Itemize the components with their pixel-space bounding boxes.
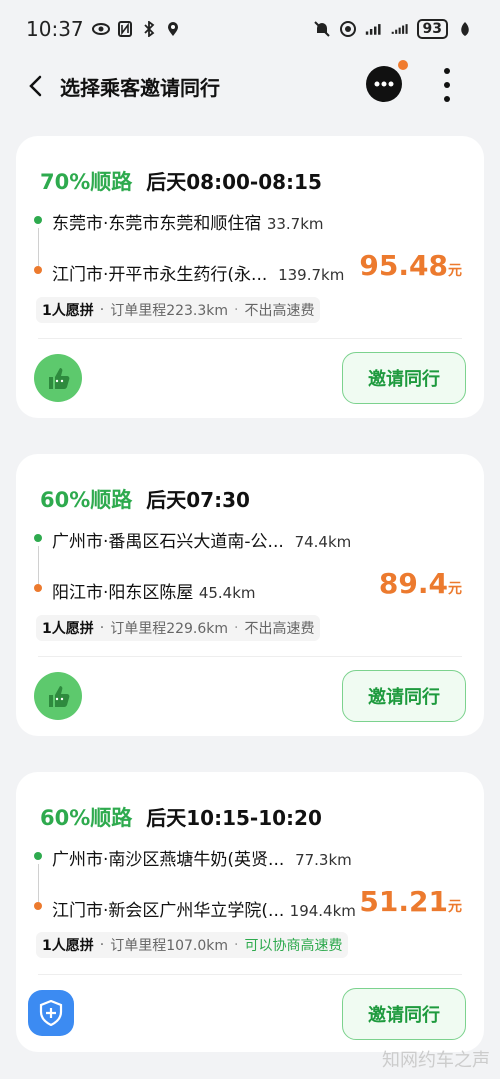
passenger-card[interactable]: 60%顺路 后天07:30 广州市·番禺区石兴大道南-公... 74.4km 阳…: [16, 454, 484, 736]
route-line: [38, 546, 39, 584]
more-icon: [444, 68, 450, 74]
departure-time: 后天07:30: [146, 488, 250, 512]
status-bar: 10:37 93: [0, 0, 500, 58]
battery-indicator: 93: [416, 19, 448, 39]
safety-button[interactable]: [28, 990, 74, 1036]
destination-address: 江门市·开平市永生药行(永... 139.7km: [52, 265, 345, 285]
message-button[interactable]: [366, 66, 402, 102]
origin-dot: [34, 216, 42, 224]
message-icon: [374, 81, 394, 87]
origin-dot: [34, 534, 42, 542]
trip-tags: 1人愿拼 · 订单里程229.6km · 不出高速费: [36, 615, 321, 641]
invite-button[interactable]: 邀请同行: [342, 670, 466, 722]
back-icon: [29, 75, 42, 97]
watermark: 知网约车之声: [382, 1050, 490, 1071]
origin-dot: [34, 852, 42, 860]
price: 95.48元: [359, 249, 462, 282]
origin-address: 东莞市·东莞市东莞和顺住宿 33.7km: [52, 214, 324, 234]
departure-time: 后天08:00-08:15: [146, 170, 322, 194]
route-line: [38, 864, 39, 902]
price: 89.4元: [378, 567, 462, 600]
invite-button[interactable]: 邀请同行: [342, 352, 466, 404]
invite-button[interactable]: 邀请同行: [342, 988, 466, 1040]
location-icon: [164, 20, 182, 38]
signal-icon-2: [391, 20, 409, 38]
destination-address: 江门市·新会区广州华立学院(... 194.4km: [52, 901, 356, 921]
mute-icon: [313, 20, 331, 38]
passenger-card[interactable]: 60%顺路 后天10:15-10:20 广州市·南沙区燕塘牛奶(英贤... 77…: [16, 772, 484, 1052]
trip-tags: 1人愿拼 · 订单里程107.0km · 可以协商高速费: [36, 932, 349, 958]
match-percent: 60%顺路: [40, 806, 133, 830]
origin-address: 广州市·南沙区燕塘牛奶(英贤... 77.3km: [52, 850, 352, 870]
back-button[interactable]: [16, 66, 56, 106]
destination-dot: [34, 266, 42, 274]
page-header: 选择乘客邀请同行: [0, 58, 500, 114]
match-percent: 70%顺路: [40, 170, 133, 194]
destination-address: 阳江市·阳东区陈屋 45.4km: [52, 583, 256, 603]
nfc-icon: [116, 20, 134, 38]
destination-dot: [34, 902, 42, 910]
eye-icon: [91, 20, 110, 38]
match-percent: 60%顺路: [40, 488, 133, 512]
page-title: 选择乘客邀请同行: [60, 75, 220, 100]
divider: [38, 338, 462, 339]
status-time: 10:37: [26, 17, 84, 41]
price: 51.21元: [359, 885, 462, 918]
thumbs-up-icon: [34, 354, 82, 402]
notification-dot: [398, 60, 408, 70]
hotspot-icon: [339, 20, 357, 38]
shield-icon: [39, 1000, 63, 1026]
trip-tags: 1人愿拼 · 订单里程223.3km · 不出高速费: [36, 297, 321, 323]
bluetooth-icon: [140, 20, 158, 38]
more-button[interactable]: [436, 68, 458, 102]
passenger-card[interactable]: 70%顺路 后天08:00-08:15 东莞市·东莞市东莞和顺住宿 33.7km…: [16, 136, 484, 418]
origin-address: 广州市·番禺区石兴大道南-公... 74.4km: [52, 532, 352, 552]
divider: [38, 974, 462, 975]
thumbs-up-icon: [34, 672, 82, 720]
signal-icon: [365, 20, 383, 38]
departure-time: 后天10:15-10:20: [146, 806, 322, 830]
destination-dot: [34, 584, 42, 592]
divider: [38, 656, 462, 657]
route-line: [38, 228, 39, 266]
leaf-icon: [456, 20, 474, 38]
